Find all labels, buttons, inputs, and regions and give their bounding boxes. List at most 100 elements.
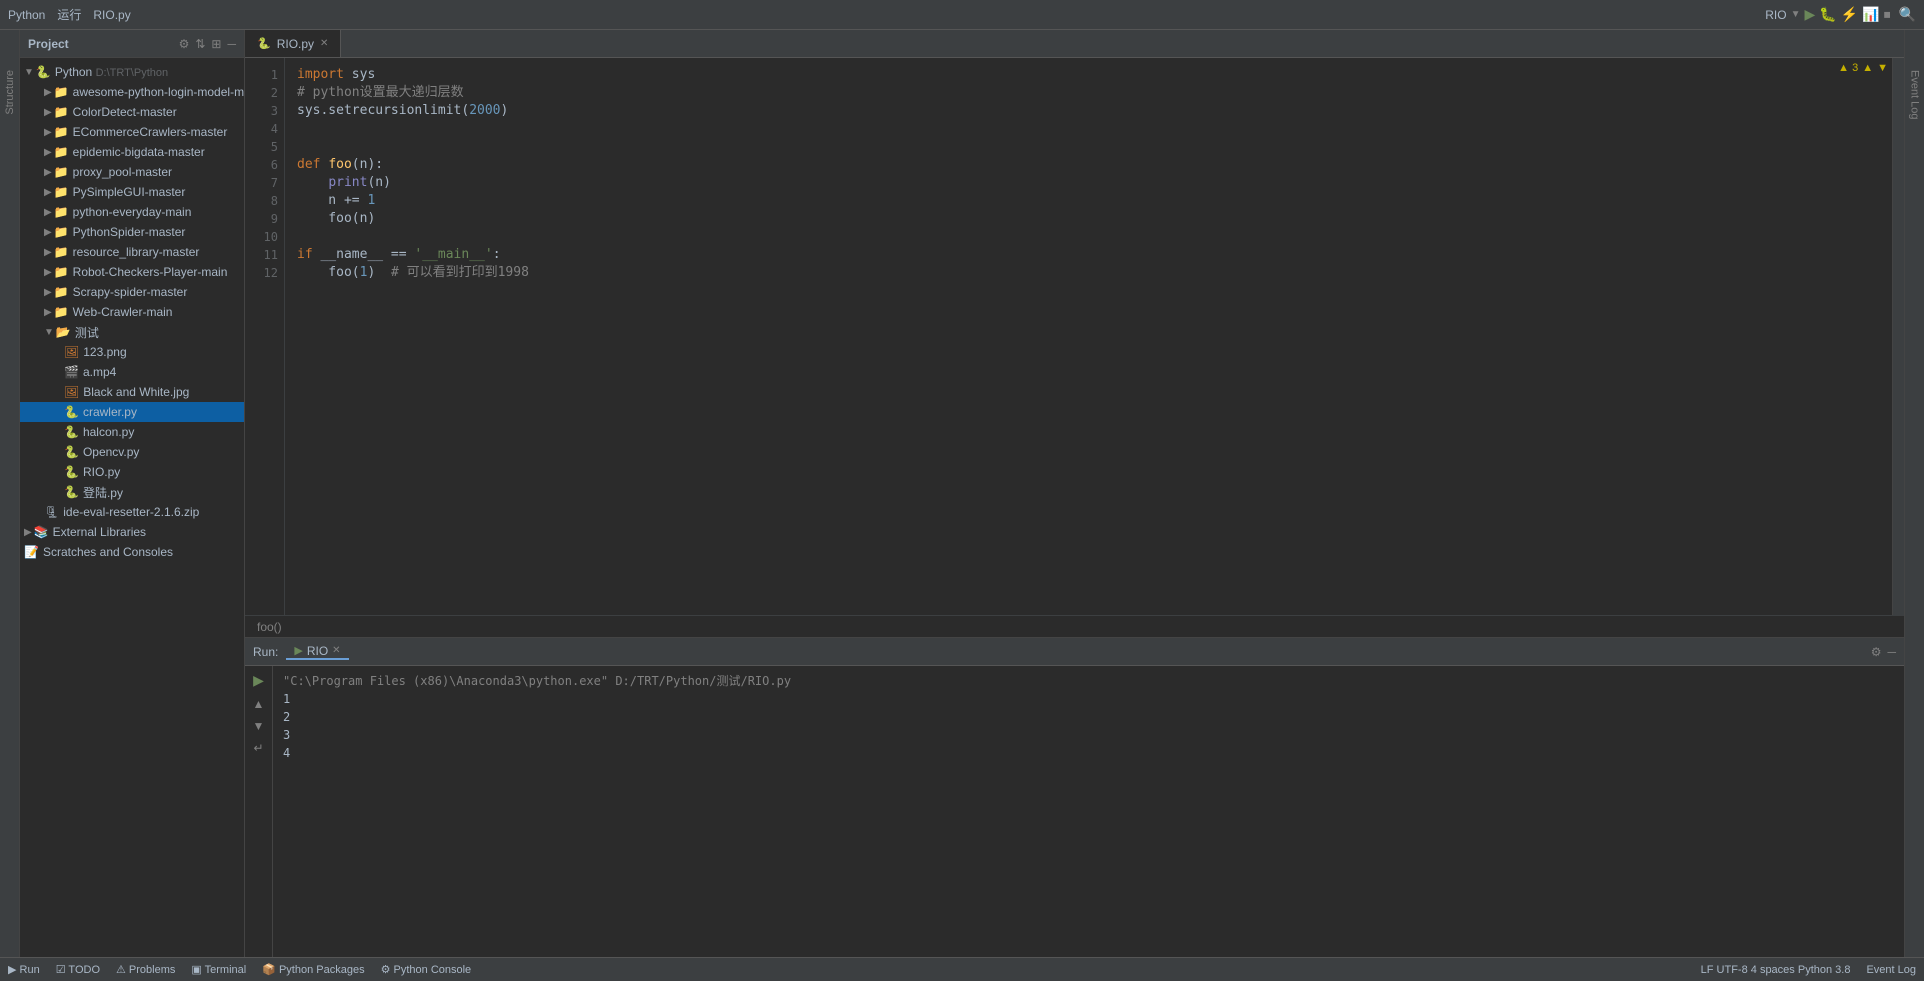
file-label: Black and White.jpg bbox=[83, 385, 189, 399]
code-line-5 bbox=[297, 138, 1880, 156]
tree-item-epidemic[interactable]: ▶ 📁 epidemic-bigdata-master bbox=[20, 142, 244, 162]
line-numbers: 1 2 3 4 5 6 7 8 9 10 11 12 bbox=[245, 58, 285, 615]
tree-root[interactable]: ▼ 🐍 Python D:\TRT\Python bbox=[20, 62, 244, 82]
tree-item-denglupy[interactable]: 🐍 登陆.py bbox=[20, 482, 244, 502]
settings-icon[interactable]: ⚙ bbox=[1871, 645, 1882, 659]
status-bar-right: LF UTF-8 4 spaces Python 3.8 Event Log bbox=[1701, 964, 1916, 976]
tree-item-resource[interactable]: ▶ 📁 resource_library-master bbox=[20, 242, 244, 262]
tree-item-crawlerpy[interactable]: 🐍 crawler.py bbox=[20, 402, 244, 422]
run-dropdown-icon[interactable]: ▼ bbox=[1791, 9, 1801, 20]
folder-open-icon: 📂 bbox=[56, 325, 71, 339]
soft-wrap-button[interactable]: ↵ bbox=[253, 741, 263, 755]
stop-button[interactable]: ⏹ bbox=[1884, 6, 1891, 23]
run-tab-close[interactable]: ✕ bbox=[332, 645, 340, 656]
tree-item-ceshi[interactable]: ▼ 📂 测试 bbox=[20, 322, 244, 342]
breadcrumb-bar: foo() bbox=[245, 615, 1904, 637]
status-bar: ▶ Run ☑ TODO ⚠ Problems ▣ Terminal 📦 Pyt… bbox=[0, 957, 1924, 981]
folder-icon: 📁 bbox=[54, 245, 69, 259]
warning-count: ▲ 3 bbox=[1838, 62, 1858, 74]
tree-item-awesome[interactable]: ▶ 📁 awesome-python-login-model-m bbox=[20, 82, 244, 102]
rerun-button[interactable]: ▶ bbox=[253, 672, 264, 689]
status-problems[interactable]: ⚠ Problems bbox=[116, 963, 175, 976]
editor-tab-bar: 🐍 RIO.py ✕ bbox=[245, 30, 1904, 58]
code-line-12: foo(1) # 可以看到打印到1998 bbox=[297, 264, 1880, 282]
tree-item-scrapy[interactable]: ▶ 📁 Scrapy-spider-master bbox=[20, 282, 244, 302]
code-editor[interactable]: 1 2 3 4 5 6 7 8 9 10 11 12 bbox=[245, 58, 1892, 615]
tree-item-blackwhite[interactable]: 🖼 Black and White.jpg bbox=[20, 382, 244, 402]
folder-arrow: ▶ bbox=[44, 287, 52, 298]
editor-tab-rio[interactable]: 🐍 RIO.py ✕ bbox=[245, 30, 341, 57]
bottom-panel: Run: ▶ RIO ✕ ⚙ ─ ▶ ▲ bbox=[245, 637, 1904, 957]
run-config-dropdown[interactable]: RIO bbox=[1765, 8, 1786, 22]
folder-icon: 📁 bbox=[54, 165, 69, 179]
tree-item-halconpy[interactable]: 🐍 halcon.py bbox=[20, 422, 244, 442]
coverage-button[interactable]: ⚡ bbox=[1841, 6, 1858, 23]
event-log-label[interactable]: Event Log bbox=[1909, 70, 1921, 120]
tree-item-scratches[interactable]: 📝 Scratches and Consoles bbox=[20, 542, 244, 562]
tab-close-button[interactable]: ✕ bbox=[320, 38, 328, 49]
scroll-up-button[interactable]: ▲ bbox=[253, 697, 265, 711]
folder-arrow: ▶ bbox=[44, 307, 52, 318]
folder-label: epidemic-bigdata-master bbox=[73, 145, 205, 159]
tree-item-ideeval[interactable]: 🗜 ide-eval-resetter-2.1.6.zip bbox=[20, 502, 244, 522]
tree-item-pysimplegui[interactable]: ▶ 📁 PySimpleGUI-master bbox=[20, 182, 244, 202]
code-line-9: foo(n) bbox=[297, 210, 1880, 228]
tree-item-opencvpy[interactable]: 🐍 Opencv.py bbox=[20, 442, 244, 462]
folder-arrow: ▶ bbox=[44, 247, 52, 258]
folder-arrow: ▶ bbox=[44, 127, 52, 138]
tree-item-extlibs[interactable]: ▶ 📚 External Libraries bbox=[20, 522, 244, 542]
tree-item-webcrawler[interactable]: ▶ 📁 Web-Crawler-main bbox=[20, 302, 244, 322]
tree-item-pyeveryday[interactable]: ▶ 📁 python-everyday-main bbox=[20, 202, 244, 222]
status-python-console[interactable]: ⚙ Python Console bbox=[381, 963, 472, 976]
debug-button[interactable]: 🐛 bbox=[1819, 6, 1836, 23]
search-everywhere-button[interactable]: 🔍 bbox=[1899, 6, 1916, 23]
structure-label[interactable]: Structure bbox=[4, 70, 16, 115]
folder-label: 测试 bbox=[75, 324, 99, 341]
file-label: RIO.py bbox=[83, 465, 120, 479]
bottom-tab-bar: Run: ▶ RIO ✕ ⚙ ─ bbox=[245, 638, 1904, 666]
tree-item-pyspider[interactable]: ▶ 📁 PythonSpider-master bbox=[20, 222, 244, 242]
tree-item-robot[interactable]: ▶ 📁 Robot-Checkers-Player-main bbox=[20, 262, 244, 282]
bottom-tab-rio[interactable]: ▶ RIO ✕ bbox=[286, 644, 348, 660]
code-content[interactable]: import sys # python设置最大递归层数 sys.setrecur… bbox=[285, 58, 1892, 615]
tree-item-proxy[interactable]: ▶ 📁 proxy_pool-master bbox=[20, 162, 244, 182]
profile-button[interactable]: 📊 bbox=[1862, 6, 1879, 23]
tree-item-colordetect[interactable]: ▶ 📁 ColorDetect-master bbox=[20, 102, 244, 122]
sort-icon[interactable]: ⇅ bbox=[195, 37, 205, 51]
tree-item-img123[interactable]: 🖼 123.png bbox=[20, 342, 244, 362]
status-python-packages[interactable]: 📦 Python Packages bbox=[262, 963, 364, 976]
editor-scrollbar[interactable] bbox=[1892, 58, 1904, 615]
scroll-down-button[interactable]: ▼ bbox=[253, 719, 265, 733]
file-label: a.mp4 bbox=[83, 365, 116, 379]
folder-label: resource_library-master bbox=[73, 245, 200, 259]
status-bar-left: ▶ Run ☑ TODO ⚠ Problems ▣ Terminal 📦 Pyt… bbox=[8, 963, 471, 976]
project-panel-actions: ⚙ ⇅ ⊞ ─ bbox=[179, 37, 236, 51]
code-line-6: def foo(n): bbox=[297, 156, 1880, 174]
settings-icon[interactable]: ⚙ bbox=[179, 37, 190, 51]
status-encoding[interactable]: LF UTF-8 4 spaces Python 3.8 bbox=[1701, 964, 1851, 976]
tree-item-riopy[interactable]: 🐍 RIO.py bbox=[20, 462, 244, 482]
py-file-icon: 🐍 bbox=[64, 485, 79, 499]
project-panel: Project ⚙ ⇅ ⊞ ─ ▼ 🐍 Python D:\TRT\Python… bbox=[20, 30, 245, 957]
minimize-panel-icon[interactable]: ─ bbox=[1887, 645, 1896, 659]
status-event-log[interactable]: Event Log bbox=[1866, 964, 1916, 976]
console-output[interactable]: "C:\Program Files (x86)\Anaconda3\python… bbox=[273, 666, 1904, 957]
status-terminal[interactable]: ▣ Terminal bbox=[191, 963, 246, 976]
expand-icon[interactable]: ⊞ bbox=[211, 37, 221, 51]
tree-item-ecommerce[interactable]: ▶ 📁 ECommerceCrawlers-master bbox=[20, 122, 244, 142]
console-command-line: "C:\Program Files (x86)\Anaconda3\python… bbox=[283, 672, 1894, 690]
status-todo[interactable]: ☑ TODO bbox=[56, 963, 100, 976]
status-run[interactable]: ▶ Run bbox=[8, 963, 40, 976]
warning-nav-down[interactable]: ▼ bbox=[1877, 62, 1888, 74]
scratches-icon: 📝 bbox=[24, 545, 39, 559]
minimize-icon[interactable]: ─ bbox=[227, 37, 236, 51]
warning-nav-up[interactable]: ▲ bbox=[1862, 62, 1873, 74]
tree-item-mp4[interactable]: 🎬 a.mp4 bbox=[20, 362, 244, 382]
run-output: ▶ ▲ ▼ ↵ "C:\Program Files (x86)\Anaconda… bbox=[245, 666, 1904, 957]
run-button[interactable]: ▶ bbox=[1804, 6, 1815, 23]
app-menu-run[interactable]: 运行 bbox=[57, 6, 81, 23]
top-menu-bar: Python 运行 RIO.py RIO ▼ ▶ 🐛 ⚡ 📊 ⏹ 🔍 bbox=[0, 0, 1924, 30]
tab-py-icon: 🐍 bbox=[257, 37, 271, 50]
app-menu-file[interactable]: RIO.py bbox=[93, 8, 130, 22]
app-menu-python[interactable]: Python bbox=[8, 8, 45, 22]
